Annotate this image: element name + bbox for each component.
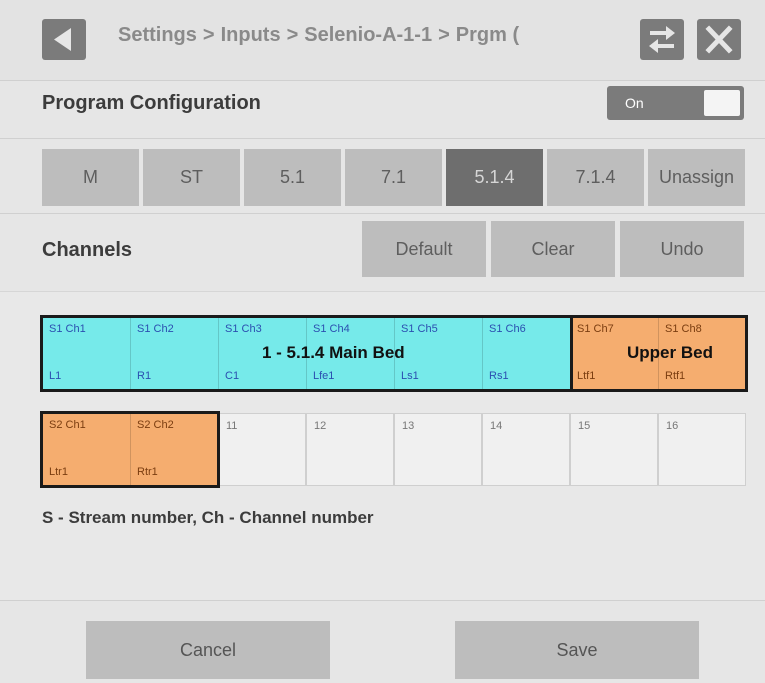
format-button-m[interactable]: M <box>42 149 139 206</box>
format-button-7-1[interactable]: 7.1 <box>345 149 442 206</box>
channel-cell-empty[interactable]: 14 <box>482 413 570 486</box>
title-bar: Settings > Inputs > Selenio-A-1-1 > Prgm ( <box>0 0 765 80</box>
breadcrumb-item[interactable]: Selenio-A-1-1 <box>304 24 432 46</box>
back-arrow-icon <box>54 28 71 51</box>
breadcrumb: Settings > Inputs > Selenio-A-1-1 > Prgm ( <box>118 24 519 47</box>
toggle-label: On <box>625 95 644 111</box>
default-button[interactable]: Default <box>362 221 486 277</box>
channel-number: 12 <box>314 420 327 432</box>
swap-button[interactable] <box>640 19 684 60</box>
channel-cell-empty[interactable]: 13 <box>394 413 482 486</box>
breadcrumb-separator: > <box>202 24 215 46</box>
breadcrumb-item[interactable]: Settings <box>118 24 197 46</box>
channel-cell-empty[interactable]: 12 <box>306 413 394 486</box>
channel-number: 11 <box>226 420 238 432</box>
breadcrumb-item[interactable]: Inputs <box>221 24 281 46</box>
breadcrumb-separator: > <box>286 24 299 46</box>
save-button[interactable]: Save <box>455 621 699 679</box>
breadcrumb-item-current: Prgm ( <box>455 24 520 46</box>
close-icon <box>705 25 733 54</box>
upper-bed-label: Upper Bed <box>627 343 713 362</box>
back-button[interactable] <box>42 19 86 60</box>
format-button-5-1[interactable]: 5.1 <box>244 149 341 206</box>
format-button-st[interactable]: ST <box>143 149 240 206</box>
upper-bed-group-continued <box>40 411 220 488</box>
swap-arrows-icon <box>649 26 675 53</box>
breadcrumb-separator: > <box>438 24 450 46</box>
close-button[interactable] <box>697 19 741 60</box>
format-button-unassign[interactable]: Unassign <box>648 149 745 206</box>
channel-number: 13 <box>402 420 415 432</box>
channel-cell-empty[interactable]: 15 <box>570 413 658 486</box>
channel-number: 14 <box>490 420 503 432</box>
channel-cell-empty[interactable]: 11 <box>218 413 306 486</box>
cancel-button[interactable]: Cancel <box>86 621 330 679</box>
clear-button[interactable]: Clear <box>491 221 615 277</box>
channel-cell-empty[interactable]: 16 <box>658 413 746 486</box>
channel-legend: S - Stream number, Ch - Channel number <box>42 508 374 527</box>
channel-number: 15 <box>578 420 591 432</box>
channel-number: 16 <box>666 420 679 432</box>
toggle-knob <box>704 90 740 116</box>
channels-title: Channels <box>42 239 133 261</box>
program-config-title: Program Configuration <box>42 92 261 114</box>
format-button-5-1-4[interactable]: 5.1.4 <box>446 149 543 206</box>
main-bed-label: 1 - 5.1.4 Main Bed <box>262 343 405 362</box>
undo-button[interactable]: Undo <box>620 221 744 277</box>
format-button-7-1-4[interactable]: 7.1.4 <box>547 149 644 206</box>
program-config-toggle[interactable]: On <box>607 86 744 120</box>
